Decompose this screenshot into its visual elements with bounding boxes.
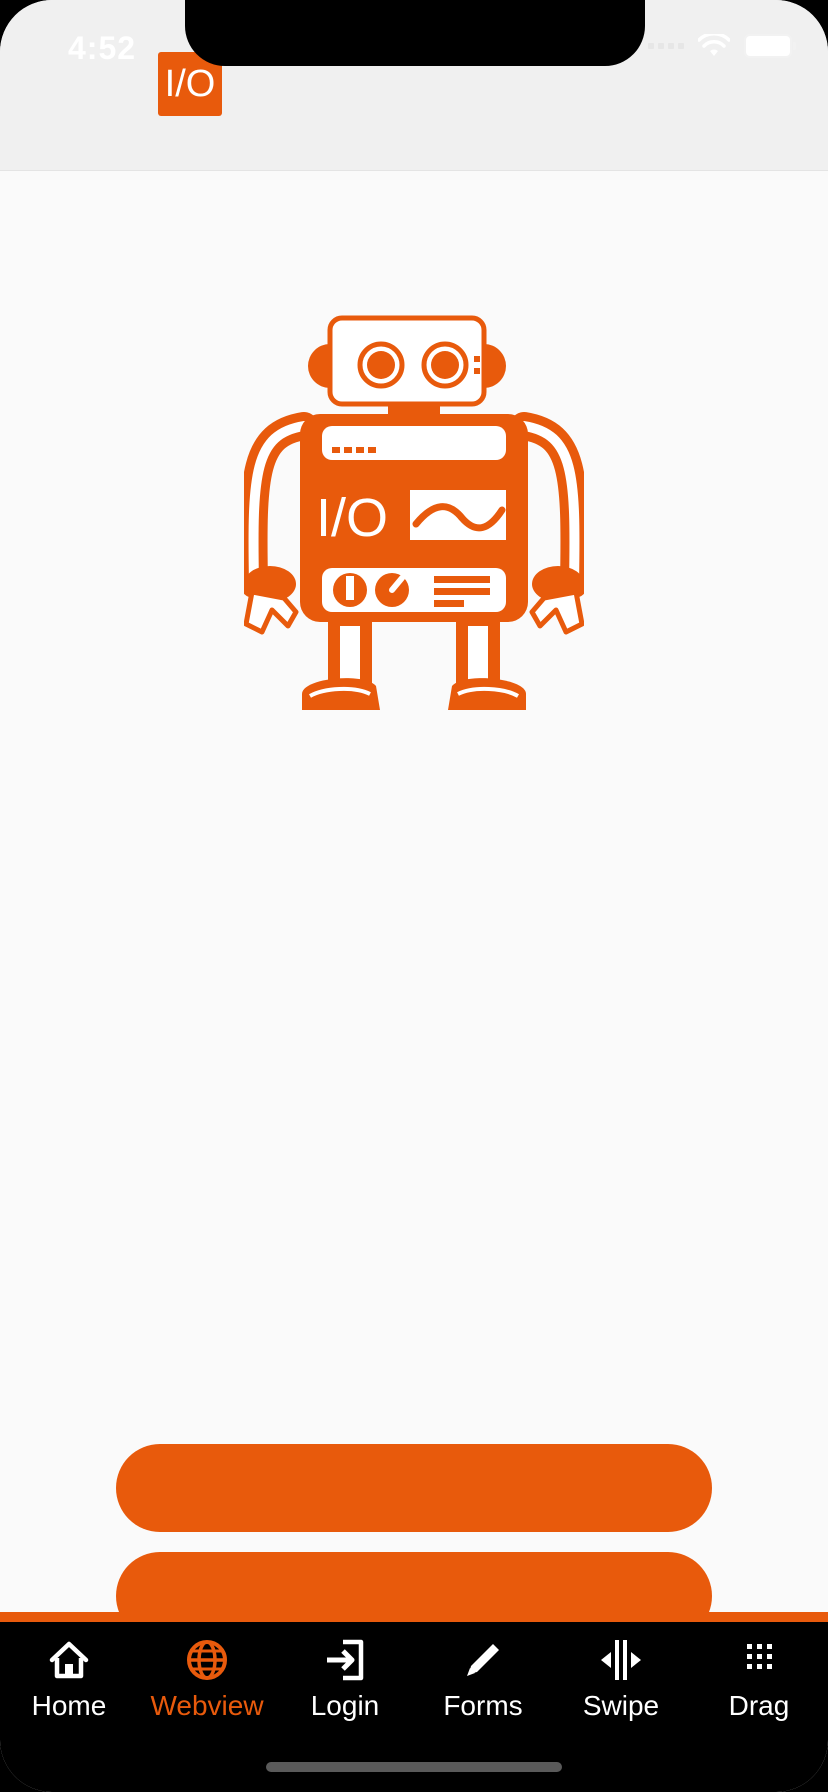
tab-home-label: Home [31,1690,107,1721]
tab-forms-label: Forms [443,1690,523,1721]
grid-icon [747,1644,772,1669]
device-notch [185,0,645,66]
primary-action-button[interactable] [116,1444,712,1532]
tab-login[interactable]: Login [276,1622,414,1732]
robot-panel-text: I/O [316,488,388,548]
tabbar-accent-line [0,1612,828,1622]
robot-illustration: I/O [244,315,584,710]
tab-webview-label: Webview [150,1690,264,1721]
tab-swipe[interactable]: Swipe [552,1622,690,1732]
battery-icon [744,34,796,58]
app-screen: 4:52 I/O I/O Home Webview Login Forms Sw… [0,0,828,1792]
status-icons [648,34,796,58]
signal-icon [648,43,684,49]
tab-webview[interactable]: Webview [138,1622,276,1732]
pencil-icon [467,1644,499,1676]
swipe-icon [601,1640,641,1680]
tab-drag-label: Drag [728,1690,790,1721]
tab-login-label: Login [310,1690,380,1721]
globe-icon [187,1640,227,1680]
home-indicator[interactable] [266,1762,562,1772]
home-icon [49,1641,89,1679]
tab-swipe-label: Swipe [582,1690,660,1721]
tab-forms[interactable]: Forms [414,1622,552,1732]
tab-home[interactable]: Home [0,1622,138,1732]
tab-drag[interactable]: Drag [690,1622,828,1732]
wifi-icon [698,34,730,56]
status-time: 4:52 [68,30,137,66]
login-icon [327,1639,364,1681]
